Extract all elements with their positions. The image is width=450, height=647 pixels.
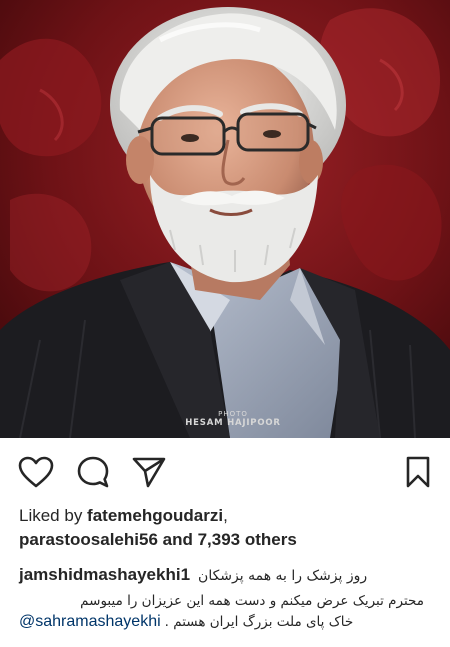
post-photo[interactable]: PHOTO HESAM HAJIPOOR xyxy=(0,0,450,438)
caption-first-line: jamshidmashayekhi1 روز پزشک را به همه پزش… xyxy=(19,565,449,586)
caption-text: خاک پای ملت بزرگ ایران هستم . xyxy=(164,614,354,630)
watermark-label: PHOTO xyxy=(218,410,248,418)
caption-author-link[interactable]: jamshidmashayekhi1 xyxy=(19,565,190,584)
photo-watermark: PHOTO HESAM HAJIPOOR xyxy=(178,411,288,428)
liker-username-link[interactable]: fatemehgoudarzi xyxy=(87,506,223,525)
heart-icon[interactable] xyxy=(16,452,56,492)
caption-truncated-line: ... ... xyxy=(19,637,49,647)
watermark-photographer: HESAM HAJIPOOR xyxy=(185,418,281,428)
caption-text: روز پزشک را به همه پزشکان xyxy=(198,568,368,584)
paper-plane-icon[interactable] xyxy=(129,452,169,492)
bookmark-icon[interactable] xyxy=(398,452,438,492)
post-actions-bar xyxy=(0,452,450,492)
likes-summary-continued: parastoosalehi56 and 7,393 others xyxy=(19,530,439,550)
liker-username-link[interactable]: parastoosalehi56 xyxy=(19,530,158,549)
caption-mention-line: @sahramashayekhi خاک پای ملت بزرگ ایران ه… xyxy=(19,612,449,632)
caption-text: محترم تبریک عرض میکنم و دست همه این عزیز… xyxy=(80,593,424,609)
liker-separator: , xyxy=(223,506,228,525)
likes-others-link[interactable]: 7,393 others xyxy=(198,530,297,549)
liked-by-prefix: Liked by xyxy=(19,506,88,525)
likes-summary: Liked by fatemehgoudarzi, xyxy=(19,506,439,526)
caption-mention-link[interactable]: @sahramashayekhi xyxy=(19,613,161,630)
likes-and-text: and xyxy=(157,530,198,549)
portrait-image xyxy=(0,0,450,438)
comment-bubble-icon[interactable] xyxy=(73,452,113,492)
